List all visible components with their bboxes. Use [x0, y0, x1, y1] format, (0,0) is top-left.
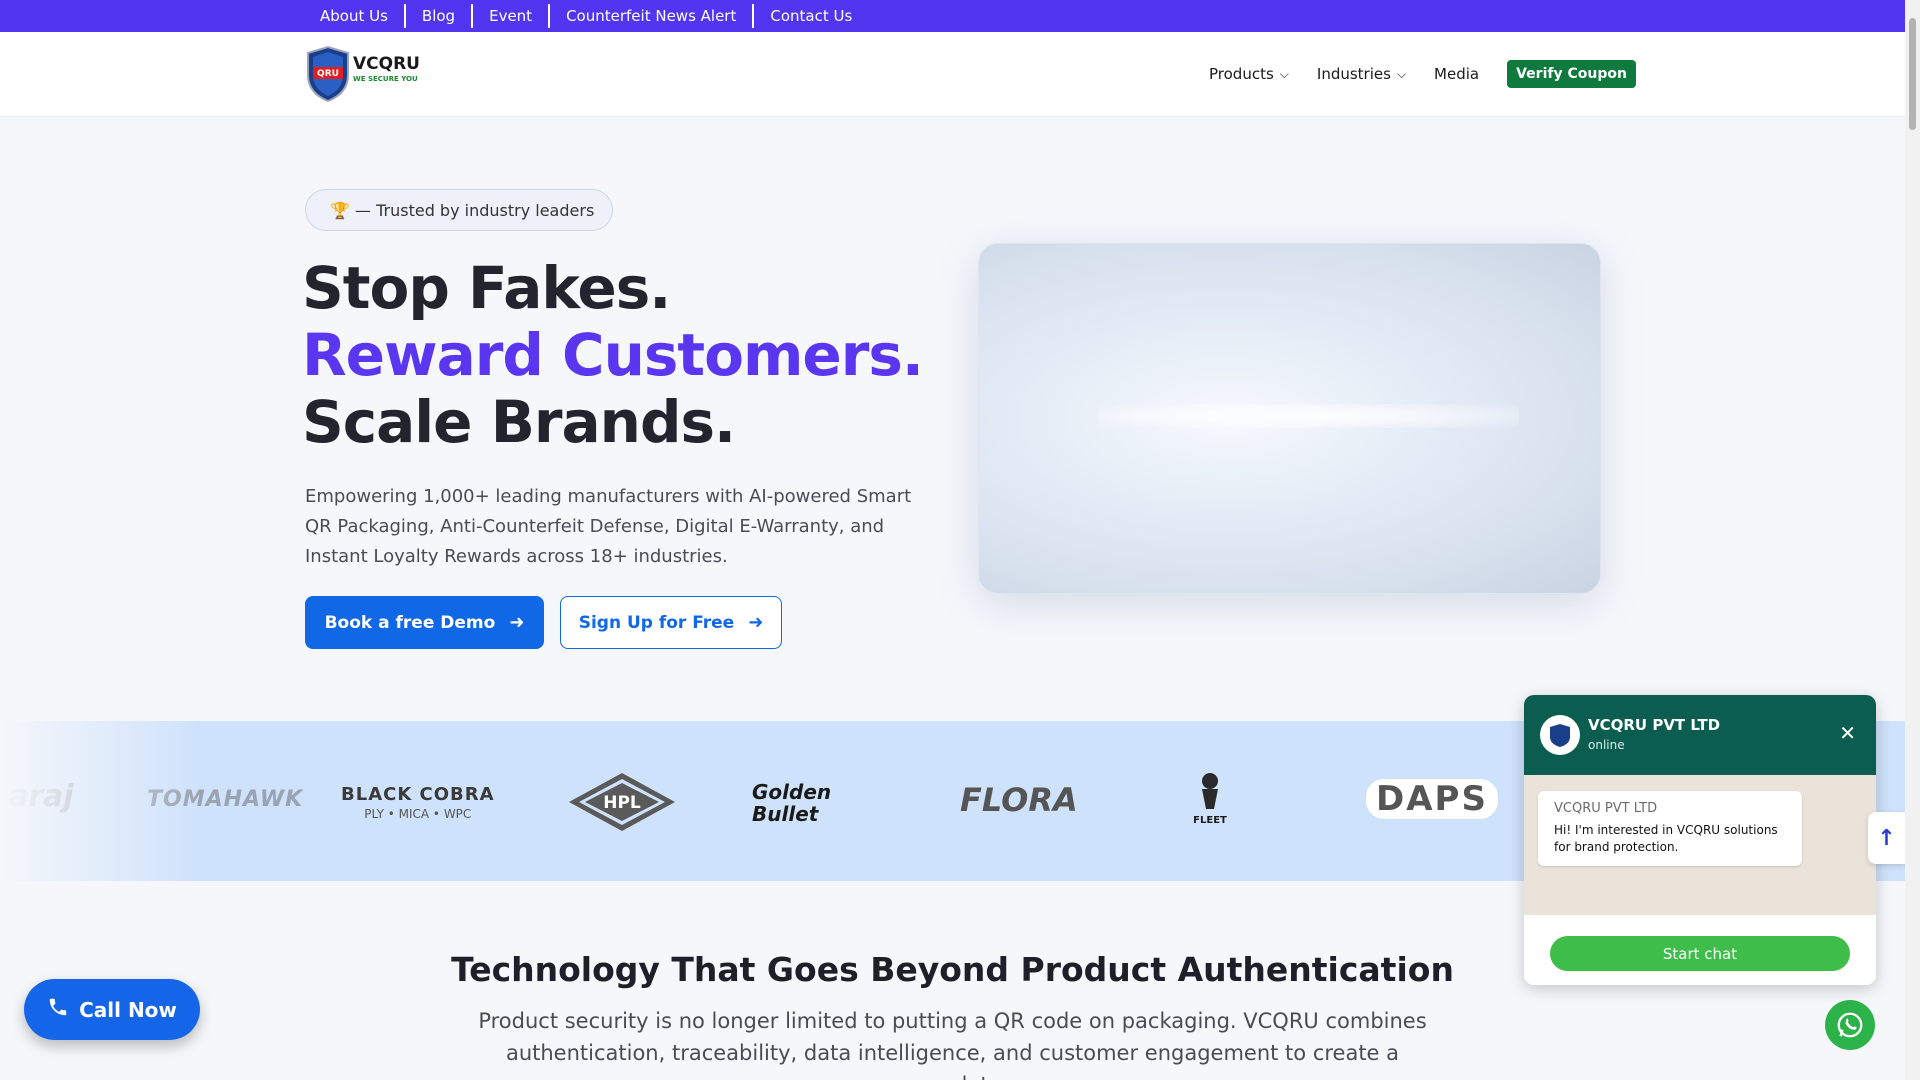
sign-up-button[interactable]: Sign Up for Free ➜ [560, 596, 782, 649]
nav-industries[interactable]: Industries ⌵ [1317, 65, 1406, 83]
hero-video[interactable] [978, 243, 1601, 594]
main-nav: Products ⌵ Industries ⌵ Media Verify Cou… [1209, 58, 1636, 90]
hero-video-glare [1099, 404, 1519, 428]
top-link-counterfeit-news[interactable]: Counterfeit News Alert [548, 4, 752, 28]
chat-body: VCQRU PVT LTD Hi! I'm interested in VCQR… [1524, 775, 1876, 915]
top-link-contact[interactable]: Contact Us [752, 4, 868, 28]
black-cobra-name: BLACK COBRA [341, 784, 495, 805]
brand-logo-fleet: FLEET [1188, 771, 1232, 826]
page-scrollbar[interactable] [1905, 0, 1920, 1080]
whatsapp-icon[interactable] [1825, 1000, 1875, 1050]
nav-industries-label: Industries [1316, 65, 1391, 83]
top-link-about[interactable]: About Us [310, 4, 404, 28]
nav-products-label: Products [1209, 65, 1274, 83]
verify-coupon-button[interactable]: Verify Coupon [1507, 60, 1636, 88]
top-link-blog[interactable]: Blog [403, 4, 471, 28]
chevron-down-icon: ⌵ [1279, 66, 1289, 81]
svg-text:VCQRU: VCQRU [353, 54, 420, 74]
black-cobra-sub: PLY • MICA • WPC [364, 807, 472, 821]
phone-icon [47, 996, 69, 1024]
chat-message-bubble: VCQRU PVT LTD Hi! I'm interested in VCQR… [1538, 791, 1802, 866]
close-icon[interactable]: ✕ [1839, 721, 1856, 745]
chat-company-name: VCQRU PVT LTD [1588, 716, 1721, 734]
svg-text:QRU: QRU [317, 69, 339, 79]
call-now-button[interactable]: Call Now [24, 979, 200, 1040]
vcqru-logo[interactable]: QRU VCQRU WE SECURE YOU [303, 45, 423, 103]
book-demo-label: Book a free Demo [324, 612, 496, 633]
hero-headline-line3: Scale Brands. [302, 388, 736, 456]
scrollbar-thumb[interactable] [1909, 18, 1916, 130]
section-text: Product security is no longer limited to… [478, 1009, 1427, 1080]
top-utility-bar: About Us Blog Event Counterfeit News Ale… [0, 0, 1920, 32]
hero-subtext: Empowering 1,000+ leading manufacturers … [305, 486, 912, 567]
brand-logo-daps: DAPS [1366, 779, 1498, 819]
hero-headline-line2: Reward Customers. [302, 321, 924, 389]
svg-text:WE SECURE YOU: WE SECURE YOU [353, 75, 418, 83]
arrow-right-icon: ➜ [748, 612, 764, 633]
fleet-name: FLEET [1193, 815, 1227, 826]
top-links: About Us Blog Event Counterfeit News Ale… [310, 0, 868, 32]
brand-logo-black-cobra: BLACK COBRA PLY • MICA • WPC [341, 784, 495, 821]
svg-text:HPL: HPL [603, 793, 641, 813]
chevron-down-icon: ⌵ [1396, 66, 1407, 81]
chat-bubble-text: Hi! I'm interested in VCQRU solutions fo… [1554, 823, 1778, 854]
arrow-right-icon: ➜ [509, 612, 525, 633]
chat-status: online [1588, 738, 1625, 752]
call-now-label: Call Now [79, 997, 177, 1022]
sign-up-label: Sign Up for Free [578, 612, 735, 633]
hero-headline-line1: Stop Fakes. [302, 254, 671, 322]
brand-logo-golden-bullet: Golden Bullet [752, 780, 832, 826]
chat-avatar [1540, 715, 1580, 755]
chat-widget: VCQRU PVT LTD online ✕ VCQRU PVT LTD Hi!… [1524, 695, 1876, 985]
brand-logo-hpl: HPL [567, 771, 677, 837]
start-chat-button[interactable]: Start chat [1550, 936, 1850, 971]
logo-strip-fade [0, 721, 200, 881]
chat-bubble-sender: VCQRU PVT LTD [1554, 801, 1658, 816]
trusted-badge: 🏆 — Trusted by industry leaders [305, 189, 613, 231]
chat-header: VCQRU PVT LTD online ✕ [1524, 695, 1876, 775]
brand-logo-flora: FLORA [960, 781, 1078, 819]
nav-media-label: Media [1434, 65, 1480, 83]
main-header: QRU VCQRU WE SECURE YOU Products ⌵ Indus… [0, 32, 1905, 117]
nav-products[interactable]: Products ⌵ [1209, 65, 1289, 83]
top-link-event[interactable]: Event [471, 4, 548, 28]
nav-media[interactable]: Media [1434, 65, 1479, 83]
book-demo-button[interactable]: Book a free Demo ➜ [305, 596, 544, 649]
arrow-up-icon[interactable]: ↑ [1868, 812, 1905, 864]
